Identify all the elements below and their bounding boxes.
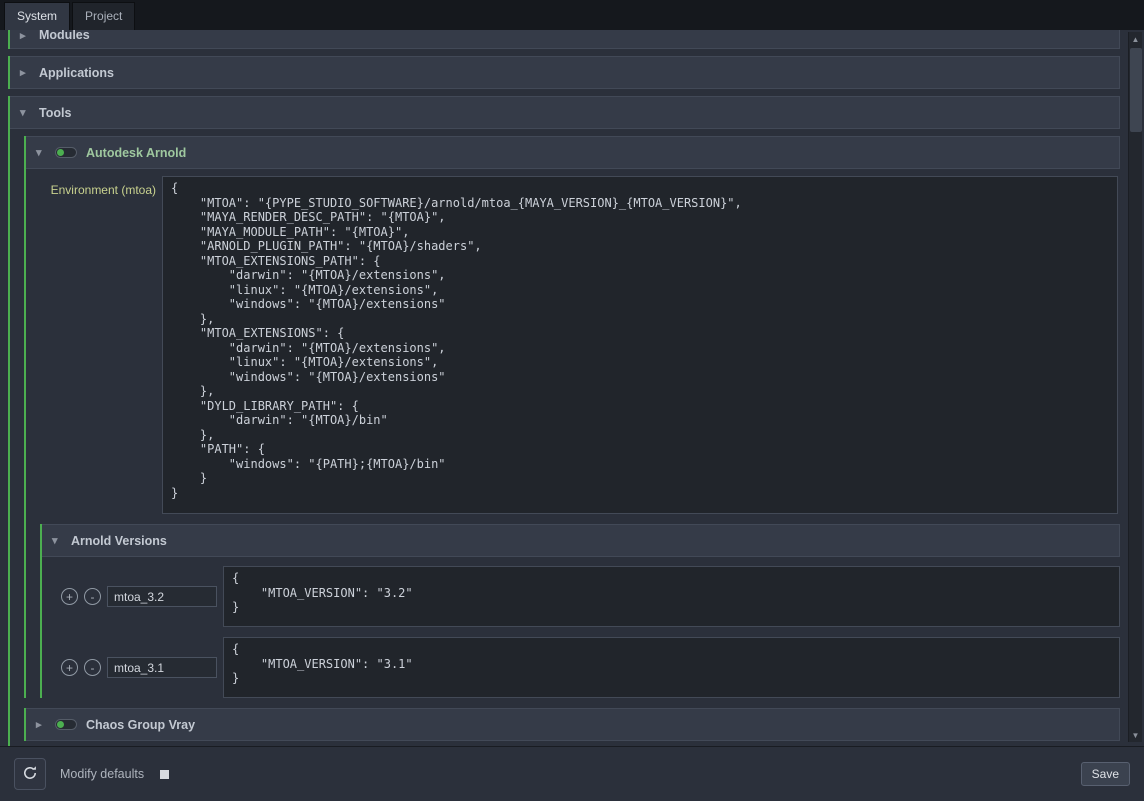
arnold-enabled-toggle[interactable] xyxy=(55,147,77,158)
section-header-autodesk-arnold[interactable]: ▾ Autodesk Arnold xyxy=(26,136,1120,169)
add-version-button[interactable]: + xyxy=(61,588,78,605)
version-key-input[interactable] xyxy=(107,586,217,607)
toggle-knob-icon xyxy=(57,721,64,728)
section-modules: ▸ Modules xyxy=(8,30,1120,49)
chevron-down-icon: ▾ xyxy=(20,106,30,119)
refresh-icon xyxy=(22,765,38,784)
chevron-right-icon: ▸ xyxy=(36,718,46,731)
chevron-down-icon: ▾ xyxy=(36,146,46,159)
version-json-textarea[interactable]: { "MTOA_VERSION": "3.1" } xyxy=(223,637,1120,698)
tab-system[interactable]: System xyxy=(4,2,70,30)
tab-project[interactable]: Project xyxy=(72,2,135,30)
section-label-chaos-group-vray: Chaos Group Vray xyxy=(86,718,195,732)
section-label-applications: Applications xyxy=(39,66,114,80)
chevron-down-icon: ▾ xyxy=(52,534,62,547)
footer-bar: Modify defaults Save xyxy=(0,746,1144,801)
section-label-arnold-versions: Arnold Versions xyxy=(71,534,167,548)
scrollbar-thumb[interactable] xyxy=(1130,48,1142,132)
modify-defaults-checkbox[interactable] xyxy=(160,770,169,779)
version-row: + - { "MTOA_VERSION": "3.2" } xyxy=(61,566,1120,627)
save-button[interactable]: Save xyxy=(1081,762,1130,786)
settings-scroll-area: ▸ Modules ▸ Applications ▾ Tools ▾ Autod xyxy=(0,30,1144,746)
scroll-down-icon[interactable]: ▼ xyxy=(1129,728,1142,742)
remove-version-button[interactable]: - xyxy=(84,588,101,605)
environment-json-textarea[interactable]: { "MTOA": "{PYPE_STUDIO_SOFTWARE}/arnold… xyxy=(162,176,1118,514)
section-header-tools[interactable]: ▾ Tools xyxy=(10,96,1120,129)
environment-row: Environment (mtoa) { "MTOA": "{PYPE_STUD… xyxy=(26,169,1120,524)
section-header-arnold-versions[interactable]: ▾ Arnold Versions xyxy=(42,524,1120,557)
environment-label: Environment (mtoa) xyxy=(28,176,156,514)
section-applications: ▸ Applications xyxy=(8,56,1120,89)
toggle-knob-icon xyxy=(57,149,64,156)
section-header-applications[interactable]: ▸ Applications xyxy=(10,56,1120,89)
version-json-textarea[interactable]: { "MTOA_VERSION": "3.2" } xyxy=(223,566,1120,627)
chevron-right-icon: ▸ xyxy=(20,30,30,42)
section-autodesk-arnold: ▾ Autodesk Arnold Environment (mtoa) { "… xyxy=(24,136,1120,698)
refresh-button[interactable] xyxy=(14,758,46,790)
scroll-up-icon[interactable]: ▲ xyxy=(1129,32,1142,46)
section-header-chaos-group-vray[interactable]: ▸ Chaos Group Vray xyxy=(26,708,1120,741)
section-arnold-versions: ▾ Arnold Versions + - { "MTOA_VERSION": … xyxy=(40,524,1120,698)
vertical-scrollbar[interactable]: ▲ ▼ xyxy=(1128,32,1142,742)
section-label-tools: Tools xyxy=(39,106,71,120)
chevron-right-icon: ▸ xyxy=(20,66,30,79)
modify-defaults-label: Modify defaults xyxy=(60,767,144,781)
section-label-modules: Modules xyxy=(39,30,90,42)
section-chaos-group-vray: ▸ Chaos Group Vray xyxy=(24,708,1120,741)
top-tab-bar: System Project xyxy=(0,0,1144,30)
section-label-autodesk-arnold: Autodesk Arnold xyxy=(86,146,186,160)
version-key-input[interactable] xyxy=(107,657,217,678)
vray-enabled-toggle[interactable] xyxy=(55,719,77,730)
section-header-modules[interactable]: ▸ Modules xyxy=(10,30,1120,49)
version-row: + - { "MTOA_VERSION": "3.1" } xyxy=(61,637,1120,698)
remove-version-button[interactable]: - xyxy=(84,659,101,676)
section-tools: ▾ Tools ▾ Autodesk Arnold Environment (m… xyxy=(8,96,1120,746)
tools-body: ▾ Autodesk Arnold Environment (mtoa) { "… xyxy=(10,129,1120,746)
add-version-button[interactable]: + xyxy=(61,659,78,676)
